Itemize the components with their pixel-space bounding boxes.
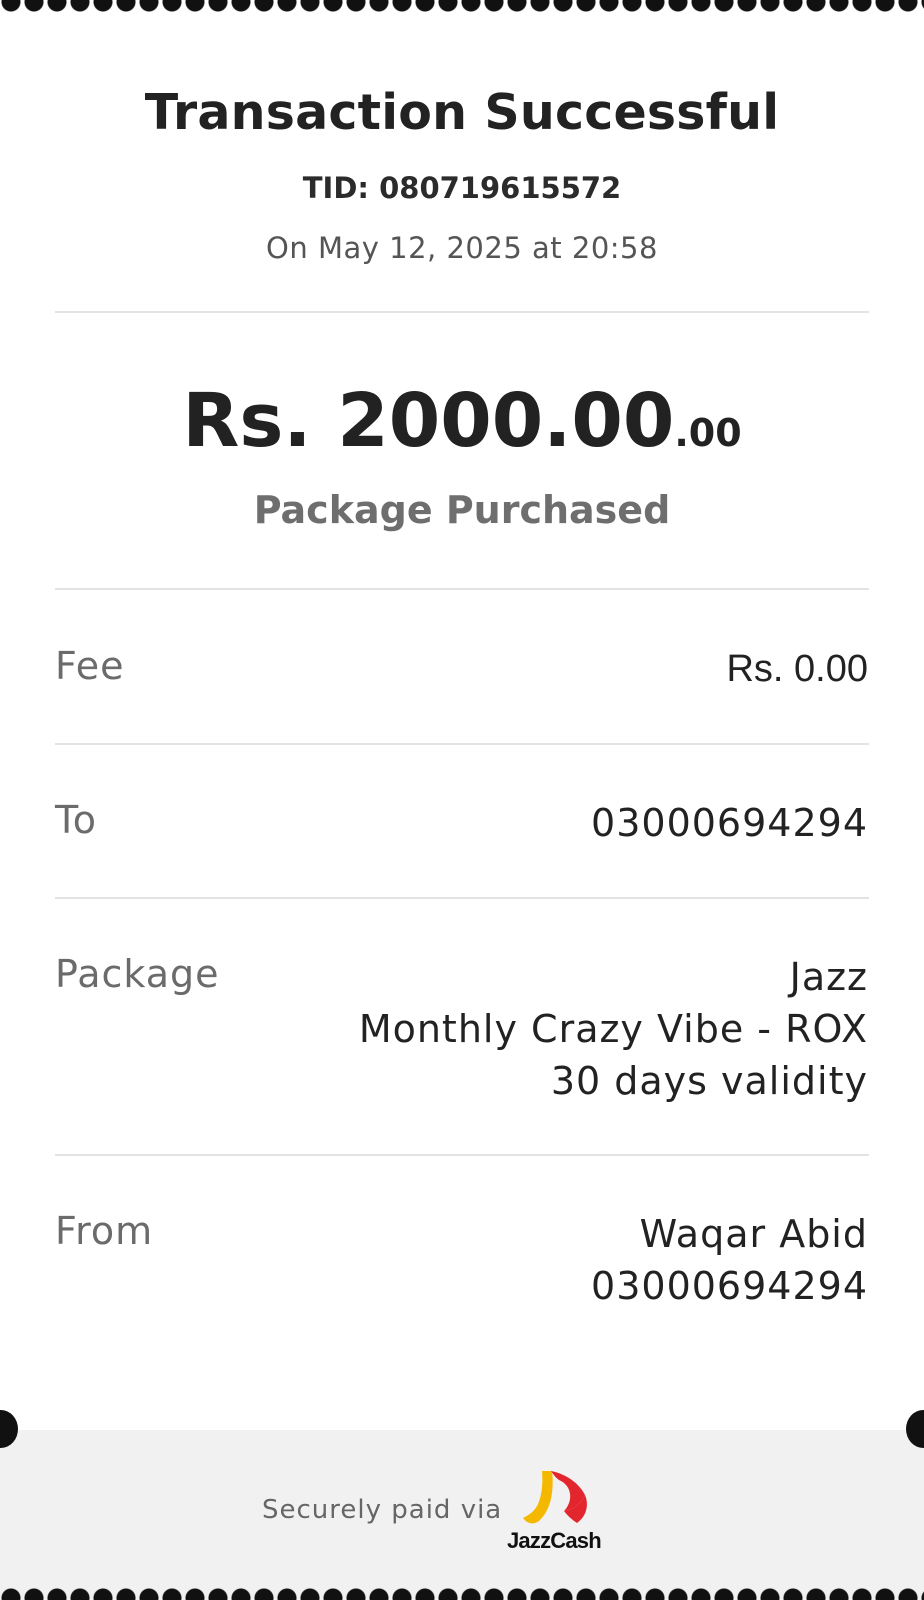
fee-label: Fee [55, 644, 125, 688]
transaction-id: TID: 080719615572 [302, 171, 622, 205]
divider [55, 588, 869, 590]
package-label: Package [55, 952, 220, 996]
perforated-edge-bottom [0, 1585, 924, 1600]
from-name: Waqar Abid [639, 1212, 868, 1256]
to-number: 03000694294 [591, 801, 868, 845]
from-value: Waqar Abid 03000694294 [591, 1208, 868, 1312]
package-validity: 30 days validity [550, 1059, 868, 1103]
divider [55, 743, 869, 745]
transaction-purpose: Package Purchased [253, 488, 671, 532]
receipt-card: Transaction Successful TID: 080719615572… [0, 0, 924, 1430]
to-value: 03000694294 [591, 797, 868, 849]
jazzcash-logo-icon [523, 1471, 587, 1524]
perforated-edge-top [0, 0, 924, 15]
fee-value: Rs. 0.00 [726, 643, 868, 695]
divider [55, 1154, 869, 1156]
package-value: Jazz Monthly Crazy Vibe - ROX 30 days va… [359, 951, 868, 1107]
package-operator: Jazz [789, 955, 868, 999]
page-title: Transaction Successful [144, 84, 780, 141]
divider [55, 311, 869, 313]
from-label: From [55, 1209, 154, 1253]
divider [55, 897, 869, 899]
fee-value-text: Rs. 0.00 [726, 648, 868, 690]
from-number: 03000694294 [591, 1264, 868, 1308]
package-name: Monthly Crazy Vibe - ROX [358, 1007, 868, 1051]
transaction-date: On May 12, 2025 at 20:58 [266, 231, 658, 265]
secure-text: Securely paid via [262, 1495, 503, 1525]
to-label: To [55, 798, 98, 842]
footer: Securely paid via JazzCash [0, 1430, 924, 1600]
amount: Rs. 2000.00.00 [0, 378, 924, 464]
amount-main: Rs. 2000.00 [182, 378, 675, 464]
jazzcash-wordmark: JazzCash [507, 1528, 602, 1553]
amount-decimal: .00 [674, 411, 742, 455]
